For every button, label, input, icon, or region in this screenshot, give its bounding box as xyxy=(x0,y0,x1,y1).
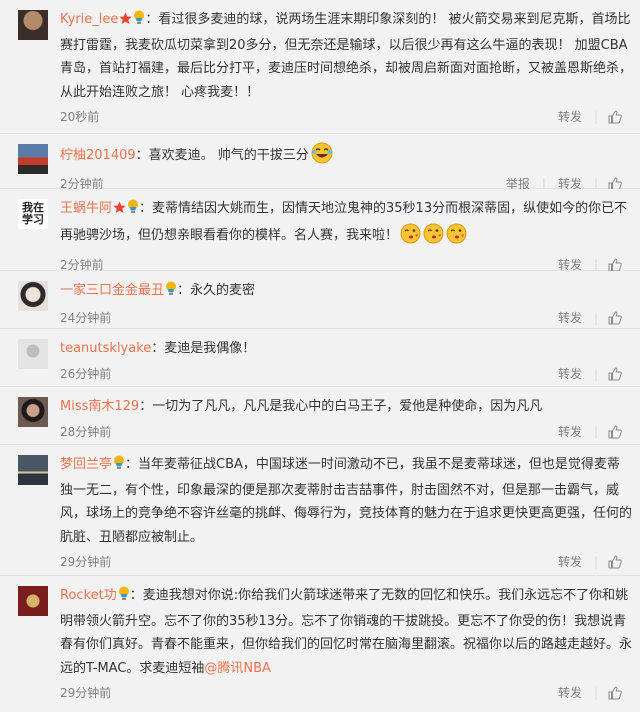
star-badge-icon[interactable] xyxy=(113,199,126,223)
comment-text: 一家三口金金最丑 ：永久的麦密 xyxy=(60,279,632,305)
kiss-emoji-icon xyxy=(423,223,444,253)
username[interactable]: 柠柚201409 xyxy=(60,148,136,163)
timestamp: 24分钟前 xyxy=(60,310,112,325)
divider: | xyxy=(593,686,598,700)
comment-text: 梦回兰亭 ：当年麦蒂征战CBA，中国球迷一时间激动不已，我虽不是麦蒂球迷，但也是觉… xyxy=(60,455,633,545)
timestamp: 26分钟前 xyxy=(60,366,112,381)
comment-actions: 转发 | xyxy=(540,684,622,701)
repost-button[interactable]: 转发 xyxy=(558,258,582,272)
comment-item: 柠柚201409：喜欢麦迪。 帅气的干拔三分 2分钟前 举报 | 转发 | xyxy=(0,134,640,191)
comment-footer: 26分钟前 转发 | xyxy=(60,361,632,388)
mention-link[interactable]: @腾讯NBA xyxy=(204,661,271,676)
divider: | xyxy=(593,258,598,272)
lightbulb-badge-icon[interactable] xyxy=(133,10,145,34)
avatar[interactable] xyxy=(18,339,48,369)
username[interactable]: teanutsklyake xyxy=(60,341,151,356)
username[interactable]: Kyrie_lee xyxy=(60,12,118,27)
thumbs-up-icon[interactable] xyxy=(608,258,622,272)
repost-button[interactable]: 转发 xyxy=(558,555,582,569)
comment-actions: 转发 | xyxy=(540,108,622,125)
kiss-emoji-icon xyxy=(400,223,421,253)
divider: | xyxy=(593,555,598,569)
avatar[interactable] xyxy=(18,10,48,40)
timestamp: 28分钟前 xyxy=(60,424,112,439)
comment-footer: 28分钟前 转发 | xyxy=(60,419,632,446)
comment-item: teanutsklyake：麦迪是我偶像！ 26分钟前 转发 | xyxy=(0,329,640,387)
comment-item: Miss南木129：一切为了凡凡，凡凡是我心中的白马王子，爱他是种使命，因为凡凡… xyxy=(0,387,640,445)
comment-item: Kyrie_lee ：看过很多麦迪的球，说两场生涯末期印象深刻的！ 被火箭交易来到… xyxy=(0,0,640,134)
avatar[interactable] xyxy=(18,586,48,616)
comment-actions: 转发 | xyxy=(540,553,622,570)
comment-footer: 20秒前 转发 | xyxy=(60,104,632,131)
divider: | xyxy=(593,424,598,439)
comment-text: 王蜗牛阿 ：麦蒂情结因大姚而生，因情天地泣鬼神的35秒13分而根深蒂固，纵使如今的… xyxy=(60,197,632,252)
avatar[interactable]: 我在 学习 xyxy=(18,199,48,229)
repost-button[interactable]: 转发 xyxy=(558,425,582,439)
comment-feed: Kyrie_lee ：看过很多麦迪的球，说两场生涯末期印象深刻的！ 被火箭交易来到… xyxy=(0,0,640,712)
lightbulb-badge-icon[interactable] xyxy=(118,586,130,610)
divider: | xyxy=(593,366,598,381)
thumbs-up-icon[interactable] xyxy=(608,555,622,569)
comment-text: teanutsklyake：麦迪是我偶像！ xyxy=(60,341,256,356)
timestamp: 20秒前 xyxy=(60,110,100,124)
avatar[interactable] xyxy=(18,144,48,174)
divider: | xyxy=(593,110,598,124)
comment-item: 我在 学习 王蜗牛阿 ：麦蒂情结因大姚而生，因情天地泣鬼神的35秒13分而根深蒂固… xyxy=(0,189,640,272)
thumbs-up-icon[interactable] xyxy=(608,366,622,381)
divider: | xyxy=(593,310,598,325)
repost-button[interactable]: 转发 xyxy=(558,311,582,325)
lightbulb-badge-icon[interactable] xyxy=(127,199,139,223)
comment-text: Rocket功 ：麦迪我想对你说:你给我们火箭球迷带来了无数的回忆和快乐。我们永远… xyxy=(60,586,633,676)
star-badge-icon[interactable] xyxy=(119,10,132,34)
username[interactable]: 王蜗牛阿 xyxy=(60,201,112,216)
repost-button[interactable]: 转发 xyxy=(558,367,582,381)
timestamp: 29分钟前 xyxy=(60,555,112,569)
username[interactable]: 一家三口金金最丑 xyxy=(60,283,164,298)
comment-footer: 29分钟前 转发 | xyxy=(60,680,632,707)
kiss-emoji-icon xyxy=(446,223,467,253)
username[interactable]: 梦回兰亭 xyxy=(60,457,112,472)
thumbs-up-icon[interactable] xyxy=(608,424,622,439)
thumbs-up-icon[interactable] xyxy=(608,110,622,124)
thumbs-up-icon[interactable] xyxy=(608,310,622,325)
repost-button[interactable]: 转发 xyxy=(558,686,582,700)
comment-text: Kyrie_lee ：看过很多麦迪的球，说两场生涯末期印象深刻的！ 被火箭交易来到… xyxy=(60,10,633,100)
avatar[interactable] xyxy=(18,397,48,427)
comment-actions: 转发 | xyxy=(540,309,622,326)
comment-footer: 29分钟前 转发 | xyxy=(60,549,632,576)
username[interactable]: Rocket功 xyxy=(60,588,117,603)
comment-text: 柠柚201409：喜欢麦迪。 帅气的干拔三分 xyxy=(60,142,632,173)
repost-button[interactable]: 转发 xyxy=(558,110,582,124)
avatar[interactable] xyxy=(18,281,48,311)
lightbulb-badge-icon[interactable] xyxy=(113,455,125,479)
comment-item: 一家三口金金最丑 ：永久的麦密 24分钟前 转发 | xyxy=(0,271,640,329)
timestamp: 29分钟前 xyxy=(60,686,112,700)
lightbulb-badge-icon[interactable] xyxy=(165,281,177,305)
comment-text: Miss南木129：一切为了凡凡，凡凡是我心中的白马王子，爱他是种使命，因为凡凡 xyxy=(60,399,543,414)
avatar[interactable] xyxy=(18,455,48,485)
username[interactable]: Miss南木129 xyxy=(60,399,139,414)
laugh-cry-emoji-icon xyxy=(311,142,333,173)
comment-actions: 转发 | xyxy=(540,365,622,382)
comment-item: Rocket功 ：麦迪我想对你说:你给我们火箭球迷带来了无数的回忆和快乐。我们永远… xyxy=(0,576,640,712)
comment-actions: 转发 | xyxy=(540,423,622,440)
comment-item: 梦回兰亭 ：当年麦蒂征战CBA，中国球迷一时间激动不已，我虽不是麦蒂球迷，但也是觉… xyxy=(0,445,640,576)
thumbs-up-icon[interactable] xyxy=(608,686,622,700)
comment-footer: 24分钟前 转发 | xyxy=(60,305,632,332)
